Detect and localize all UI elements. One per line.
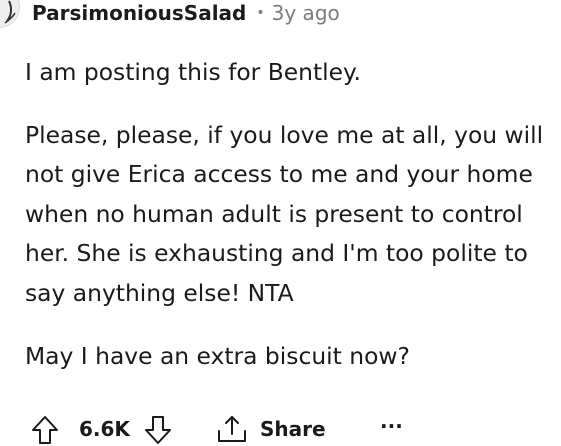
share-icon bbox=[218, 416, 246, 442]
upvote-button[interactable] bbox=[30, 415, 60, 445]
more-options-button[interactable]: ··· bbox=[380, 414, 403, 438]
comment-paragraph: May I have an extra biscuit now? bbox=[25, 341, 410, 370]
avatar-image bbox=[0, 0, 19, 27]
comment-action-bar: 6.6K Share ··· bbox=[0, 412, 561, 446]
upvote-arrow-icon bbox=[32, 416, 58, 444]
vote-score: 6.6K bbox=[79, 417, 130, 441]
comment-paragraph: Please, please, if you love me at all, y… bbox=[25, 120, 544, 307]
comment-meta: ParsimoniousSalad • 3y ago bbox=[32, 0, 340, 26]
comment-paragraph: I am posting this for Bentley. bbox=[25, 58, 361, 86]
author-avatar[interactable] bbox=[0, 0, 20, 28]
downvote-arrow-icon bbox=[145, 416, 171, 444]
meta-separator: • bbox=[256, 5, 265, 21]
share-label: Share bbox=[260, 417, 326, 441]
comment-timestamp[interactable]: 3y ago bbox=[272, 1, 340, 25]
author-username[interactable]: ParsimoniousSalad bbox=[32, 1, 246, 25]
downvote-button[interactable] bbox=[143, 415, 173, 445]
comment-body: I am posting this for Bentley. Please, p… bbox=[25, 53, 559, 399]
share-button[interactable]: Share bbox=[216, 414, 326, 444]
